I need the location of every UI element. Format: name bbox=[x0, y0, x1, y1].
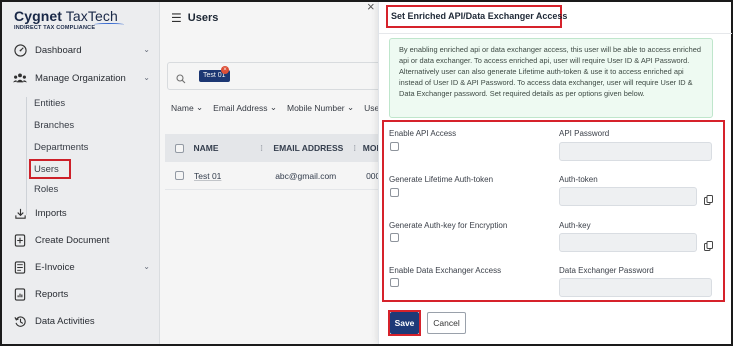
enable-data-exchanger-label: Enable Data Exchanger Access bbox=[389, 266, 502, 275]
auth-key-field[interactable] bbox=[559, 233, 697, 252]
api-password-field[interactable] bbox=[559, 142, 712, 161]
enriched-api-drawer: Set Enriched API/Data Exchanger Access B… bbox=[378, 2, 732, 344]
generate-auth-token-label: Generate Lifetime Auth-token bbox=[389, 175, 494, 184]
cancel-button[interactable]: Cancel bbox=[427, 312, 466, 334]
auth-token-field[interactable] bbox=[559, 187, 697, 206]
save-button[interactable]: Save bbox=[390, 312, 419, 334]
copy-icon[interactable] bbox=[704, 238, 713, 251]
copy-icon[interactable] bbox=[704, 192, 713, 205]
generate-auth-token-checkbox[interactable] bbox=[390, 188, 399, 197]
generate-auth-key-label: Generate Auth-key for Encryption bbox=[389, 221, 508, 230]
drawer-title: Set Enriched API/Data Exchanger Access bbox=[391, 11, 568, 21]
data-exchanger-password-field[interactable] bbox=[559, 278, 712, 297]
data-exchanger-password-label: Data Exchanger Password bbox=[559, 266, 654, 275]
auth-token-label: Auth-token bbox=[559, 175, 598, 184]
enable-api-access-label: Enable API Access bbox=[389, 129, 457, 138]
enable-api-access-checkbox[interactable] bbox=[390, 142, 399, 151]
close-icon[interactable]: × bbox=[367, 0, 375, 13]
overlay-backdrop[interactable] bbox=[2, 2, 380, 344]
generate-auth-key-checkbox[interactable] bbox=[390, 233, 399, 242]
auth-key-label: Auth-key bbox=[559, 221, 591, 230]
info-message: By enabling enriched api or data exchang… bbox=[389, 38, 713, 118]
enable-data-exchanger-checkbox[interactable] bbox=[390, 278, 399, 287]
drawer-divider bbox=[379, 33, 732, 34]
api-password-label: API Password bbox=[559, 129, 610, 138]
